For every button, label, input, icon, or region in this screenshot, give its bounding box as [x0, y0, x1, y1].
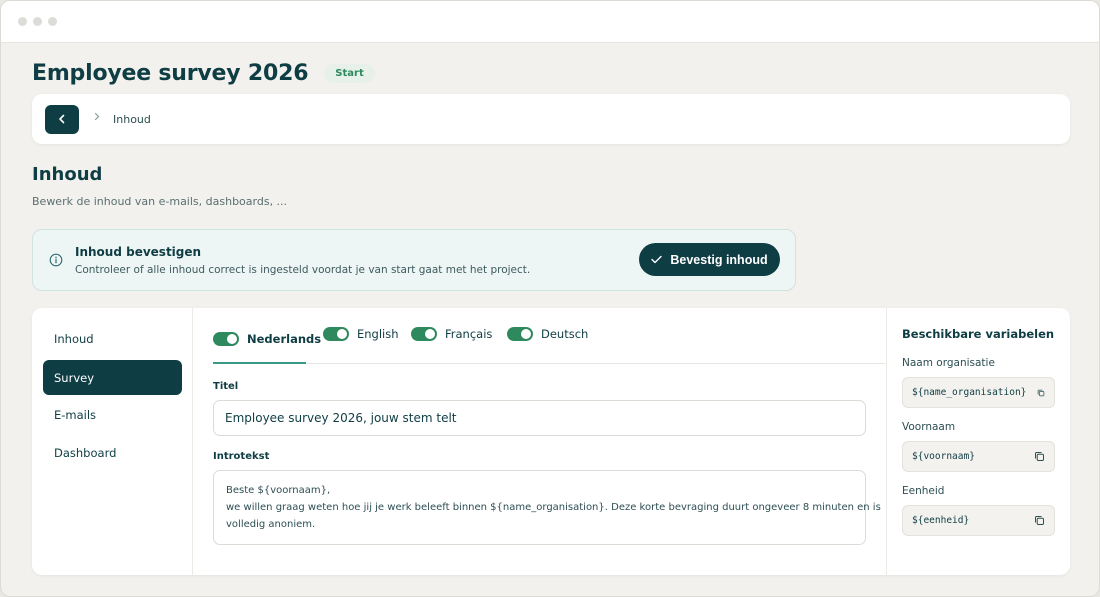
variable-code: ${eenheid}	[912, 515, 970, 526]
tab-label: Deutsch	[541, 327, 589, 341]
copy-icon[interactable]	[1037, 389, 1045, 397]
confirm-content-alert: Inhoud bevestigen Controleer of alle inh…	[32, 229, 796, 291]
window-control-dot[interactable]	[18, 17, 27, 26]
sidenav-item-survey[interactable]: Survey	[43, 360, 182, 395]
language-toggle[interactable]	[213, 332, 239, 346]
variable-chip[interactable]: ${voornaam}	[902, 441, 1055, 472]
variable-chip[interactable]: ${eenheid}	[902, 505, 1055, 536]
chevron-left-icon	[59, 114, 65, 124]
variable-code: ${voornaam}	[912, 451, 975, 462]
copy-icon[interactable]	[1034, 515, 1045, 526]
language-tabs: Nederlands English Français Deutsch	[213, 308, 885, 364]
check-icon	[651, 255, 663, 264]
page-header: Employee survey 2026 Start	[32, 61, 375, 86]
active-tab-indicator	[213, 362, 306, 364]
sidenav-item-inhoud[interactable]: Inhoud	[43, 321, 182, 356]
variable-chip[interactable]: ${name_organisation}	[902, 377, 1055, 408]
sidenav-item-emails[interactable]: E-mails	[43, 397, 182, 432]
title-field-label: Titel	[213, 381, 239, 392]
variable-label: Naam organisatie	[902, 357, 995, 369]
variable-code: ${name_organisation}	[912, 387, 1027, 398]
sidenav-item-dashboard[interactable]: Dashboard	[43, 435, 182, 470]
status-badge: Start	[324, 64, 375, 83]
breadcrumb-current[interactable]: Inhoud	[113, 113, 151, 126]
sidenav-item-label: Dashboard	[54, 445, 117, 460]
language-toggle[interactable]	[411, 327, 437, 341]
language-toggle[interactable]	[507, 327, 533, 341]
title-input[interactable]: Employee survey 2026, jouw stem telt	[213, 400, 866, 436]
confirm-content-button[interactable]: Bevestig inhoud	[639, 243, 780, 276]
tab-deutsch[interactable]: Deutsch	[507, 327, 588, 341]
window-control-dot[interactable]	[33, 17, 42, 26]
variable-label: Voornaam	[902, 421, 956, 433]
tab-label: English	[357, 327, 399, 341]
chevron-right-icon	[94, 112, 100, 121]
content-editor-card: Inhoud Survey E-mails Dashboard Nederlan…	[32, 308, 1070, 575]
sidenav-item-label: Survey	[54, 370, 95, 385]
survey-editor: Nederlands English Français Deutsch Tite…	[213, 308, 885, 575]
window-titlebar	[1, 1, 1099, 43]
back-button[interactable]	[45, 104, 79, 134]
alert-description: Controleer of alle inhoud correct is ing…	[75, 263, 531, 276]
info-icon	[49, 253, 63, 267]
breadcrumb: Inhoud	[32, 94, 1070, 144]
tab-english[interactable]: English	[323, 327, 399, 341]
intro-text-line: Beste ${voornaam},	[226, 485, 331, 496]
intro-field-label: Introtekst	[213, 451, 270, 462]
tab-francais[interactable]: Français	[411, 327, 492, 341]
section-title: Inhoud	[32, 164, 103, 185]
content-sidenav: Inhoud Survey E-mails Dashboard	[32, 308, 193, 575]
alert-title: Inhoud bevestigen	[75, 244, 202, 259]
tab-label: Nederlands	[247, 332, 322, 346]
tab-nederlands[interactable]: Nederlands	[213, 332, 321, 346]
intro-text-line: volledig anoniem.	[226, 519, 316, 530]
variable-label: Eenheid	[902, 485, 945, 497]
section-subtitle: Bewerk de inhoud van e-mails, dashboards…	[32, 195, 288, 208]
copy-icon[interactable]	[1034, 451, 1045, 462]
window-control-dot[interactable]	[48, 17, 57, 26]
tab-label: Français	[445, 327, 493, 341]
sidenav-item-label: E-mails	[54, 407, 97, 422]
variables-title: Beschikbare variabelen	[902, 327, 1055, 341]
page-title: Employee survey 2026	[32, 61, 309, 86]
intro-text-line: we willen graag weten hoe jij je werk be…	[226, 502, 881, 513]
intro-textarea[interactable]: Beste ${voornaam}, we willen graag weten…	[213, 470, 881, 545]
app-window: Employee survey 2026 Start Inhoud Inhoud…	[0, 0, 1100, 597]
confirm-content-label: Bevestig inhoud	[670, 252, 768, 267]
variables-panel: Beschikbare variabelen Naam organisatie …	[886, 308, 1070, 575]
language-toggle[interactable]	[323, 327, 349, 341]
alert-text: Inhoud bevestigen Controleer of alle inh…	[75, 245, 530, 276]
sidenav-item-label: Inhoud	[54, 331, 94, 346]
